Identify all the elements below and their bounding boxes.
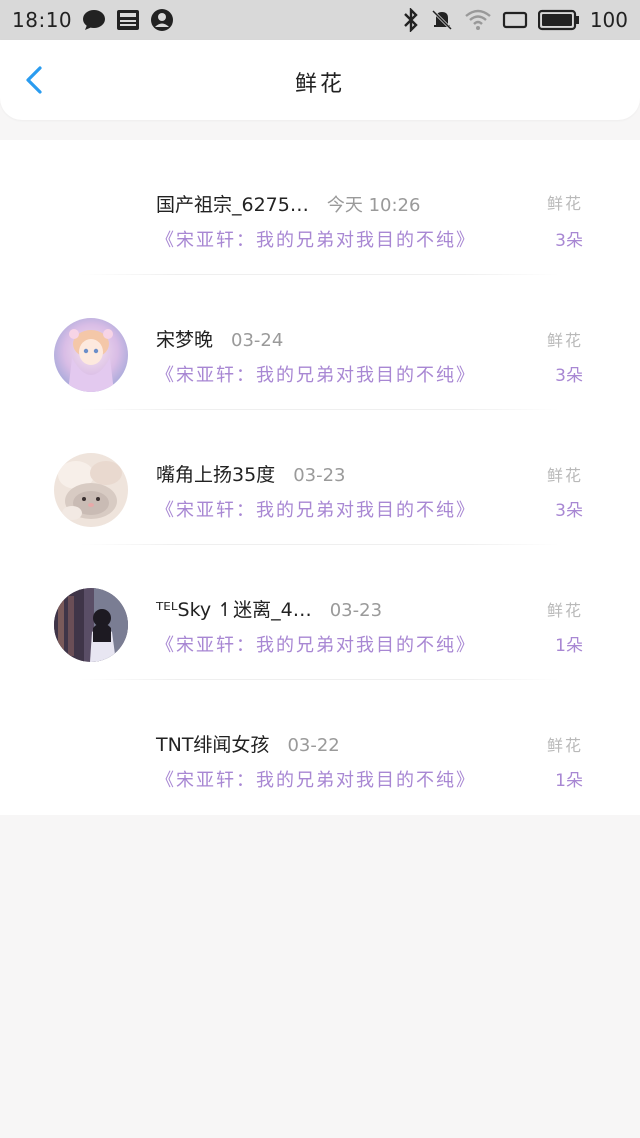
gift-type: 鲜花 [546, 466, 583, 485]
news-icon [116, 9, 140, 31]
chat-bubble-icon [82, 9, 106, 31]
status-bar-right: 100 [402, 8, 628, 32]
status-time: 18:10 [12, 8, 73, 32]
status-bar-left: 18:10 [12, 8, 174, 32]
gift-type: 鲜花 [546, 331, 583, 350]
gift-type: 鲜花 [546, 194, 583, 213]
song-title[interactable]: 《宋亚轩：我的兄弟对我目的不纯》 [156, 631, 476, 657]
list-item[interactable]: 嘴角上扬35度 03-23 鲜花 《宋亚轩：我的兄弟对我目的不纯》 3朵 [0, 410, 640, 545]
mute-bell-icon [430, 8, 454, 32]
screen-icon [502, 10, 528, 30]
avatar[interactable] [54, 588, 128, 662]
sent-time: 03-23 [293, 465, 346, 486]
sent-time: 03-24 [231, 330, 284, 351]
wifi-icon [464, 8, 492, 32]
gift-count: 3朵 [555, 231, 583, 251]
sent-time: 今天 10:26 [326, 195, 421, 216]
sender-name: 国产祖宗_6275… [156, 194, 309, 216]
gift-count: 3朵 [555, 501, 583, 521]
battery-icon [537, 9, 580, 31]
gift-count: 3朵 [555, 366, 583, 386]
gift-record-list: 国产祖宗_6275… 今天 10:26 鲜花 《宋亚轩：我的兄弟对我目的不纯》 … [0, 140, 640, 815]
list-item[interactable]: ᵀᴱᴸSky ↿迷离_4… 03-23 鲜花 《宋亚轩：我的兄弟对我目的不纯》 … [0, 545, 640, 680]
list-item[interactable]: TNT绯闻女孩 03-22 鲜花 《宋亚轩：我的兄弟对我目的不纯》 1朵 [0, 680, 640, 815]
gift-type: 鲜花 [546, 736, 583, 755]
girl-photo-avatar [54, 588, 128, 662]
avatar[interactable] [54, 453, 128, 527]
list-item-header: 嘴角上扬35度 03-23 [156, 460, 346, 487]
status-bar: 18:10 100 [0, 0, 640, 40]
song-title[interactable]: 《宋亚轩：我的兄弟对我目的不纯》 [156, 361, 476, 387]
song-title[interactable]: 《宋亚轩：我的兄弟对我目的不纯》 [156, 766, 476, 792]
song-title[interactable]: 《宋亚轩：我的兄弟对我目的不纯》 [156, 226, 476, 252]
anime-girl-avatar [54, 318, 128, 392]
sent-time: 03-22 [287, 735, 340, 756]
list-item-header: ᵀᴱᴸSky ↿迷离_4… 03-23 [156, 595, 382, 622]
gift-type: 鲜花 [546, 601, 583, 620]
avatar[interactable] [54, 318, 128, 392]
page-header: 鲜花 [0, 40, 640, 120]
list-item[interactable]: 国产祖宗_6275… 今天 10:26 鲜花 《宋亚轩：我的兄弟对我目的不纯》 … [0, 140, 640, 275]
sent-time: 03-23 [329, 600, 383, 621]
list-item-header: 宋梦晚 03-24 [156, 325, 283, 352]
account-icon [150, 8, 174, 32]
list-item-header: TNT绯闻女孩 03-22 [156, 730, 340, 757]
sender-name: TNT绯闻女孩 [156, 734, 270, 756]
battery-percent: 100 [589, 8, 628, 32]
sender-name: 嘴角上扬35度 [156, 464, 276, 486]
bluetooth-icon [402, 8, 420, 32]
hamster-avatar [54, 453, 128, 527]
song-title[interactable]: 《宋亚轩：我的兄弟对我目的不纯》 [156, 496, 476, 522]
gift-count: 1朵 [555, 636, 583, 656]
gift-count: 1朵 [555, 771, 583, 791]
sender-name: 宋梦晚 [156, 329, 214, 351]
list-item[interactable]: 宋梦晚 03-24 鲜花 《宋亚轩：我的兄弟对我目的不纯》 3朵 [0, 275, 640, 410]
page-title: 鲜花 [294, 72, 345, 97]
sender-name: ᵀᴱᴸSky ↿迷离_4… [156, 599, 312, 621]
list-item-header: 国产祖宗_6275… 今天 10:26 [156, 190, 420, 217]
